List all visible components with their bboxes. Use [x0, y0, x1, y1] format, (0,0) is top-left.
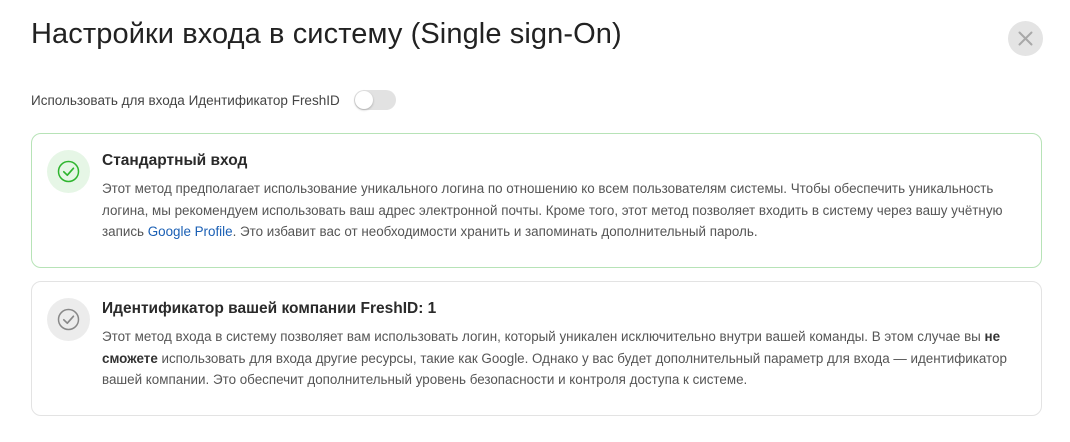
check-circle-icon [47, 150, 90, 193]
option-description: Этот метод предполагает использование ун… [102, 178, 1037, 243]
description-text: использовать для входа другие ресурсы, т… [102, 350, 1007, 388]
close-icon [1018, 31, 1033, 46]
option-title: Идентификатор вашей компании FreshID: 1 [102, 300, 437, 317]
description-text: Этот метод входа в систему позволяет вам… [102, 329, 985, 344]
dialog-title: Настройки входа в систему (Single sign-O… [31, 18, 622, 50]
option-description: Этот метод входа в систему позволяет вам… [102, 326, 1037, 391]
freshid-toggle-row: Использовать для входа Идентификатор Fre… [31, 89, 396, 111]
toggle-knob [354, 91, 373, 109]
option-title: Стандартный вход [102, 152, 248, 169]
close-button[interactable] [1008, 21, 1043, 56]
description-text: . Это избавит вас от необходимости храни… [232, 224, 758, 239]
freshid-toggle-label: Использовать для входа Идентификатор Fre… [31, 92, 340, 108]
freshid-toggle-switch[interactable] [353, 90, 396, 110]
check-circle-icon [47, 298, 90, 341]
option-standard-login[interactable]: Стандартный вход Этот метод предполагает… [31, 133, 1042, 268]
option-company-freshid[interactable]: Идентификатор вашей компании FreshID: 1 … [31, 281, 1042, 416]
sso-settings-dialog: Настройки входа в систему (Single sign-O… [0, 0, 1070, 442]
google-profile-link[interactable]: Google Profile [148, 224, 233, 239]
